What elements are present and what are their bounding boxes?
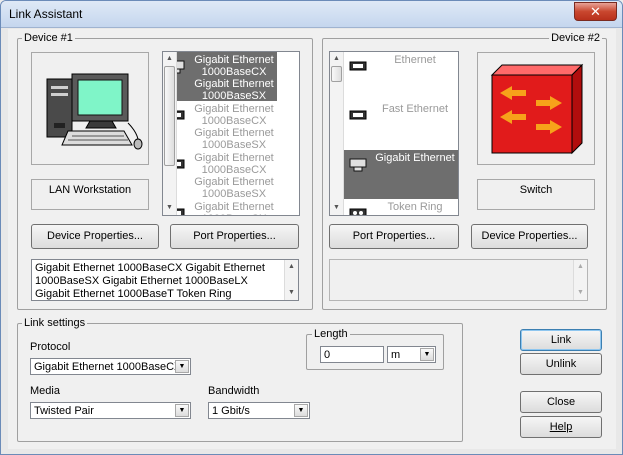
title-bar[interactable]: Link Assistant ✕ — [1, 1, 622, 28]
device1-group-label: Device #1 — [22, 32, 75, 44]
device2-group-label: Device #2 — [549, 32, 602, 44]
device1-name: LAN Workstation — [48, 184, 132, 196]
device2-port-properties-button[interactable]: Port Properties... — [329, 224, 459, 249]
length-label: Length — [312, 328, 350, 340]
media-label: Media — [30, 385, 60, 397]
device2-port-item-text: Ethernet — [394, 54, 436, 66]
bandwidth-value: 1 Gbit/s — [212, 405, 250, 417]
scroll-up-arrow[interactable]: ▲ — [574, 260, 587, 274]
device1-image-panel — [31, 52, 149, 165]
length-value: 0 — [324, 349, 331, 361]
ethernet-port-icon — [349, 61, 367, 71]
device2-port-list[interactable]: Ethernet Fast Ethernet Gigabit Ethernet … — [329, 51, 459, 216]
device1-port-item[interactable]: Gigabit Ethernet 1000BaseCX Gigabit Ethe… — [163, 101, 277, 151]
device2-summary-scrollbar[interactable]: ▲ ▼ — [573, 260, 587, 300]
device1-port-item-text: Gigabit Ethernet 1000BaseCX Gigabit Ethe… — [194, 54, 274, 102]
protocol-label: Protocol — [30, 341, 71, 353]
device2-port-item[interactable]: Token Ring — [344, 199, 458, 215]
media-value: Twisted Pair — [34, 405, 94, 417]
device1-port-item[interactable]: Gigabit Ethernet 1000BaseCX Gigabit Ethe… — [163, 199, 277, 215]
scroll-down-arrow[interactable]: ▼ — [574, 286, 587, 300]
device2-port-item[interactable]: Fast Ethernet — [344, 101, 458, 150]
protocol-select[interactable]: Gigabit Ethernet 1000BaseCX ▼ — [30, 358, 191, 375]
device1-port-item-text: Gigabit Ethernet 1000BaseCX Gigabit Ethe… — [194, 152, 274, 200]
device2-group: Device #2 Ethernet Fast Ethernet Gigabit… — [322, 32, 607, 310]
device2-port-list-scrollbar[interactable]: ▲ ▼ — [330, 52, 344, 215]
device2-device-properties-button[interactable]: Device Properties... — [471, 224, 588, 249]
token-ring-port-icon — [349, 208, 367, 215]
scroll-up-arrow[interactable]: ▲ — [163, 52, 176, 66]
window-title: Link Assistant — [9, 7, 83, 21]
link-button[interactable]: Link — [520, 329, 602, 351]
link-assistant-window: Link Assistant ✕ Device #1 LAN Workstati… — [0, 0, 623, 455]
length-unit-value: m — [391, 349, 401, 361]
window-close-button[interactable]: ✕ — [574, 2, 617, 21]
length-group: Length 0 m ▼ — [306, 328, 444, 370]
switch-icon — [490, 63, 584, 155]
device1-port-item-text: Gigabit Ethernet 1000BaseCX Gigabit Ethe… — [194, 103, 274, 151]
chevron-down-icon[interactable]: ▼ — [175, 404, 189, 417]
device1-summary-scrollbar[interactable]: ▲ ▼ — [284, 260, 298, 300]
device2-port-item-text: Token Ring — [387, 201, 443, 213]
media-select[interactable]: Twisted Pair ▼ — [30, 402, 191, 419]
device1-port-item[interactable]: Gigabit Ethernet 1000BaseCX Gigabit Ethe… — [163, 52, 277, 102]
device1-summary-box[interactable]: Gigabit Ethernet 1000BaseCX Gigabit Ethe… — [31, 259, 299, 301]
device1-group: Device #1 LAN Workstation Gigabit Ethern… — [17, 32, 313, 310]
device1-device-properties-button[interactable]: Device Properties... — [31, 224, 159, 249]
device2-port-item-text: Fast Ethernet — [381, 103, 449, 115]
device2-port-item[interactable]: Gigabit Ethernet — [344, 150, 458, 199]
device2-image-panel — [477, 52, 595, 165]
scroll-thumb[interactable] — [331, 66, 342, 82]
device1-port-item-text: Gigabit Ethernet 1000BaseCX Gigabit Ethe… — [194, 201, 274, 215]
scroll-thumb[interactable] — [164, 66, 175, 166]
scroll-down-arrow[interactable]: ▼ — [330, 201, 343, 215]
device2-name: Switch — [519, 184, 553, 196]
link-settings-group: Link settings Protocol Gigabit Ethernet … — [17, 317, 463, 442]
gigabit-port-icon — [349, 158, 367, 172]
scroll-down-arrow[interactable]: ▼ — [285, 286, 298, 300]
device1-port-list-scrollbar[interactable]: ▲ ▼ — [163, 52, 177, 215]
chevron-down-icon[interactable]: ▼ — [294, 404, 308, 417]
dialog-client: Device #1 LAN Workstation Gigabit Ethern… — [8, 29, 616, 449]
device2-port-item[interactable]: Ethernet — [344, 52, 458, 101]
bandwidth-label: Bandwidth — [208, 385, 260, 397]
scroll-up-arrow[interactable]: ▲ — [330, 52, 343, 66]
device1-summary-text: Gigabit Ethernet 1000BaseCX Gigabit Ethe… — [35, 262, 265, 300]
scroll-down-arrow[interactable]: ▼ — [163, 201, 176, 215]
fast-ethernet-port-icon — [349, 110, 367, 120]
bandwidth-select[interactable]: 1 Gbit/s ▼ — [208, 402, 310, 419]
length-input[interactable]: 0 — [320, 346, 384, 363]
close-button[interactable]: Close — [520, 391, 602, 413]
device1-port-list[interactable]: Gigabit Ethernet 1000BaseCX Gigabit Ethe… — [162, 51, 300, 216]
device2-port-item-text: Gigabit Ethernet — [375, 152, 455, 164]
device1-port-properties-button[interactable]: Port Properties... — [170, 224, 299, 249]
length-unit-select[interactable]: m ▼ — [387, 346, 436, 363]
link-settings-label: Link settings — [22, 317, 88, 329]
protocol-value: Gigabit Ethernet 1000BaseCX — [34, 361, 176, 373]
device2-summary-box[interactable]: ▲ ▼ — [329, 259, 588, 301]
device2-name-panel: Switch — [477, 179, 595, 210]
scroll-up-arrow[interactable]: ▲ — [285, 260, 298, 274]
chevron-down-icon[interactable]: ▼ — [420, 348, 434, 361]
device1-port-item[interactable]: Gigabit Ethernet 1000BaseCX Gigabit Ethe… — [163, 150, 277, 200]
workstation-icon — [46, 73, 143, 150]
chevron-down-icon[interactable]: ▼ — [175, 360, 189, 373]
help-button[interactable]: Help — [520, 416, 602, 438]
device1-name-panel: LAN Workstation — [31, 179, 149, 210]
unlink-button[interactable]: Unlink — [520, 353, 602, 375]
